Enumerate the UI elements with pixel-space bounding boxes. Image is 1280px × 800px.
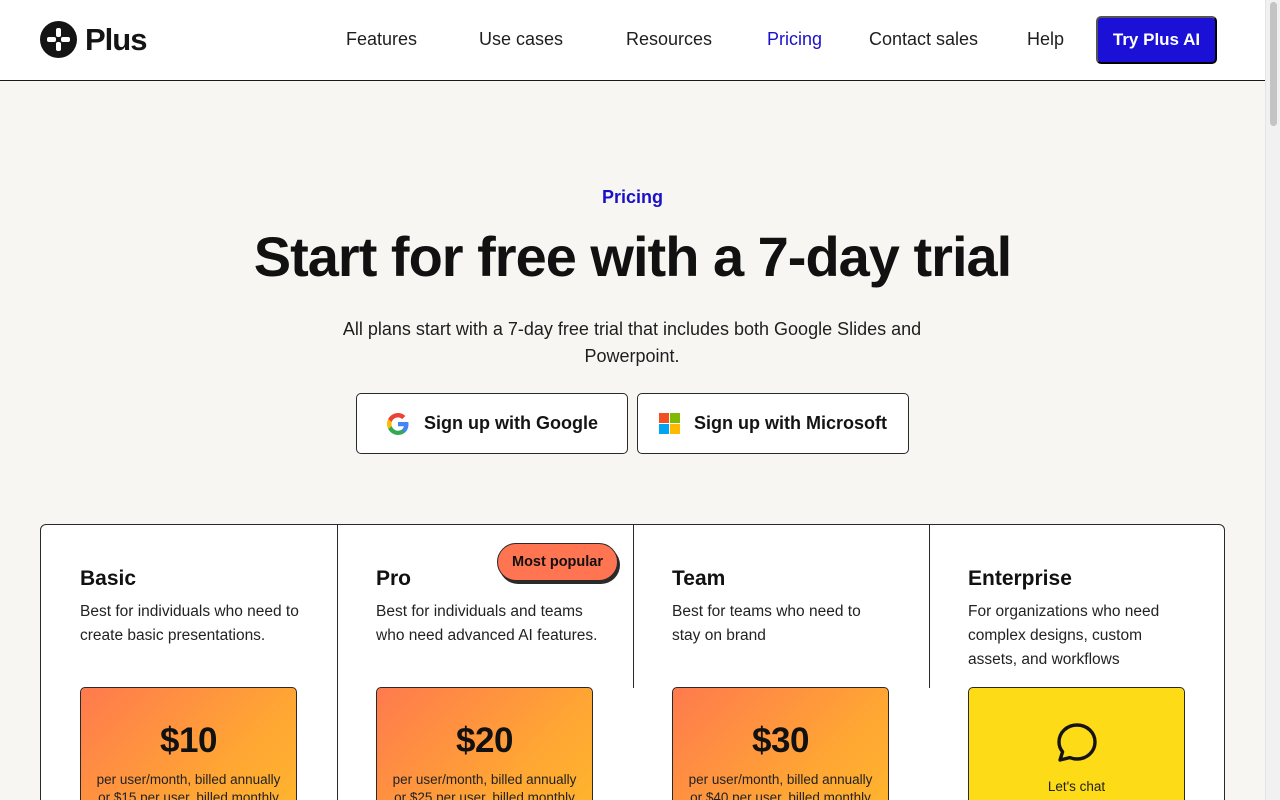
plus-logo-icon bbox=[40, 21, 77, 58]
sign-up-microsoft-button[interactable]: Sign up with Microsoft bbox=[637, 393, 909, 454]
lets-chat-label: Let's chat bbox=[1047, 779, 1106, 794]
nav-use-cases[interactable]: Use cases bbox=[479, 29, 563, 50]
scrollbar-thumb[interactable] bbox=[1270, 2, 1277, 126]
plan-description-enterprise: For organizations who need complex desig… bbox=[968, 603, 1160, 668]
logo[interactable]: Plus bbox=[40, 21, 147, 58]
google-button-label: Sign up with Google bbox=[424, 413, 598, 433]
page-scrollbar[interactable] bbox=[1265, 0, 1280, 800]
price-amount: $10 bbox=[160, 721, 217, 760]
site-header: Plus Features Use cases Resources Pricin… bbox=[0, 0, 1265, 81]
plan-description-pro: Best for individuals and teams who need … bbox=[376, 603, 598, 644]
google-g-icon bbox=[387, 412, 409, 435]
plan-name-enterprise: Enterprise bbox=[968, 567, 1072, 590]
price-note: per user/month, billed annually or $15 pe… bbox=[96, 772, 281, 800]
try-plus-ai-button[interactable]: Try Plus AI bbox=[1096, 16, 1217, 64]
page-subtitle: All plans start with a 7-day free trial … bbox=[342, 319, 922, 366]
most-popular-badge: Most popular bbox=[497, 543, 618, 581]
price-note: per user/month, billed annually or $40 pe… bbox=[688, 772, 873, 800]
sign-up-google-button[interactable]: Sign up with Google bbox=[356, 393, 628, 454]
lets-chat-card[interactable]: Let's chat bbox=[968, 687, 1185, 800]
chat-bubble-icon bbox=[1056, 723, 1097, 762]
price-note: per user/month, billed annually or $25 pe… bbox=[392, 772, 577, 800]
plan-divider bbox=[633, 525, 634, 688]
plan-divider bbox=[929, 525, 930, 688]
nav-help[interactable]: Help bbox=[1027, 29, 1064, 50]
plan-name-team: Team bbox=[672, 567, 726, 590]
price-amount: $30 bbox=[752, 721, 809, 760]
nav-features[interactable]: Features bbox=[346, 29, 417, 50]
plan-description-team: Best for teams who need to stay on brand bbox=[672, 603, 861, 644]
nav-pricing[interactable]: Pricing bbox=[767, 29, 822, 50]
section-eyebrow: Pricing bbox=[601, 187, 663, 207]
logo-text: Plus bbox=[85, 21, 147, 57]
price-card-pro[interactable]: $20 per user/month, billed annually or $2… bbox=[376, 687, 593, 800]
price-card-team[interactable]: $30 per user/month, billed annually or $4… bbox=[672, 687, 889, 800]
microsoft-button-label: Sign up with Microsoft bbox=[694, 413, 887, 433]
plan-name-pro: Pro bbox=[376, 567, 412, 590]
price-amount: $20 bbox=[456, 721, 513, 760]
nav-contact-sales[interactable]: Contact sales bbox=[869, 29, 978, 50]
plan-divider bbox=[337, 525, 338, 800]
pricing-plans: Basic Best for individuals who need to c… bbox=[40, 524, 1225, 800]
plan-description-basic: Best for individuals who need to create … bbox=[80, 603, 299, 644]
price-card-basic[interactable]: $10 per user/month, billed annually or $1… bbox=[80, 687, 297, 800]
plan-name-basic: Basic bbox=[80, 567, 137, 590]
microsoft-windows-icon bbox=[659, 413, 680, 434]
nav-resources[interactable]: Resources bbox=[626, 29, 712, 50]
page-title: Start for free with a 7-day trial bbox=[253, 225, 1012, 288]
